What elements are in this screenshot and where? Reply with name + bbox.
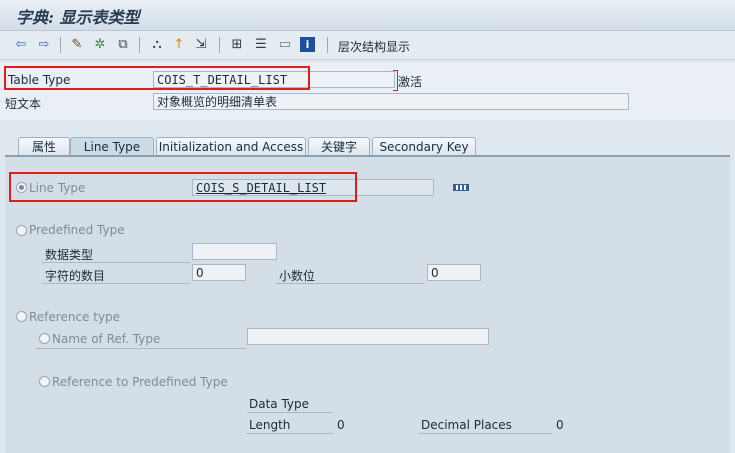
tab-attributes[interactable]: 属性 <box>18 137 70 155</box>
activate-icon[interactable]: ✲ <box>91 36 109 54</box>
title-bar: 字典: 显示表类型 <box>0 0 735 31</box>
value-help-icon[interactable] <box>453 184 469 191</box>
label-underline <box>42 283 190 284</box>
ref-predefined-radio[interactable] <box>39 376 50 387</box>
status-text: 激活 <box>398 75 423 89</box>
length-value: 0 <box>337 418 345 432</box>
name-of-ref-radio[interactable] <box>39 333 50 344</box>
where-used-icon[interactable]: ⛬ <box>148 36 166 54</box>
tab-secondary-key[interactable]: Secondary Key <box>372 137 476 155</box>
display-change-icon[interactable]: ✎ <box>68 36 86 54</box>
predefined-type-label: Predefined Type <box>29 223 125 237</box>
name-of-ref-field[interactable] <box>247 328 489 345</box>
label-underline <box>247 412 333 413</box>
reference-type-label: Reference type <box>29 310 121 324</box>
data-type-label: 数据类型 <box>45 248 94 262</box>
highlight-box-table-type <box>4 66 310 90</box>
label-underline <box>36 348 246 349</box>
short-text-label: 短文本 <box>5 97 42 111</box>
toolbar-separator <box>219 37 220 53</box>
hierarchy-icon[interactable]: ⊞ <box>228 36 246 54</box>
decimals-label: 小数位 <box>279 269 316 283</box>
length-label: Length <box>249 418 291 432</box>
toolbar-separator <box>327 37 328 53</box>
ref-data-type-label: Data Type <box>249 397 310 411</box>
data-type-field[interactable] <box>192 243 277 260</box>
tab-keywords[interactable]: 关键字 <box>308 137 370 155</box>
forward-arrow-icon[interactable]: ⇨ <box>35 36 53 54</box>
tab-line-type[interactable]: Line Type <box>70 137 154 155</box>
info-icon[interactable]: i <box>300 37 315 52</box>
decimals-field[interactable]: 0 <box>427 264 481 281</box>
layout-icon[interactable]: ▭ <box>276 36 294 54</box>
navigate-icon[interactable]: ↑ <box>170 36 188 54</box>
decimal-places-value: 0 <box>556 418 564 432</box>
back-arrow-icon[interactable]: ⇦ <box>12 36 30 54</box>
reference-type-radio[interactable] <box>16 311 27 322</box>
highlight-box-line-type <box>9 172 357 202</box>
window-title: 字典: 显示表类型 <box>16 8 140 27</box>
decimal-places-label: Decimal Places <box>421 418 512 432</box>
num-chars-field[interactable]: 0 <box>192 264 246 281</box>
label-underline <box>42 262 190 263</box>
toolbar-separator <box>139 37 140 53</box>
predefined-type-radio[interactable] <box>16 225 27 236</box>
tab-initialization-access[interactable]: Initialization and Access <box>156 137 306 155</box>
label-underline <box>247 433 333 434</box>
num-chars-label: 字符的数目 <box>45 269 106 283</box>
ref-predefined-label: Reference to Predefined Type <box>52 375 228 389</box>
object-list-icon[interactable]: ⇲ <box>192 36 210 54</box>
print-icon[interactable]: ☰ <box>252 36 270 54</box>
toolbar-separator <box>60 37 61 53</box>
other-object-icon[interactable]: ⧉ <box>114 36 132 54</box>
name-of-ref-label: Name of Ref. Type <box>52 332 161 346</box>
label-underline <box>276 283 424 284</box>
hierarchy-display-button[interactable]: 层次结构显示 <box>338 38 410 55</box>
application-toolbar: ⇦ ⇨ ✎ ✲ ⧉ ⛬ ↑ ⇲ ⊞ ☰ ▭ i 层次结构显示 <box>0 31 735 60</box>
short-text-field[interactable]: 对象概览的明细清单表 <box>153 93 629 110</box>
label-underline <box>419 433 552 434</box>
